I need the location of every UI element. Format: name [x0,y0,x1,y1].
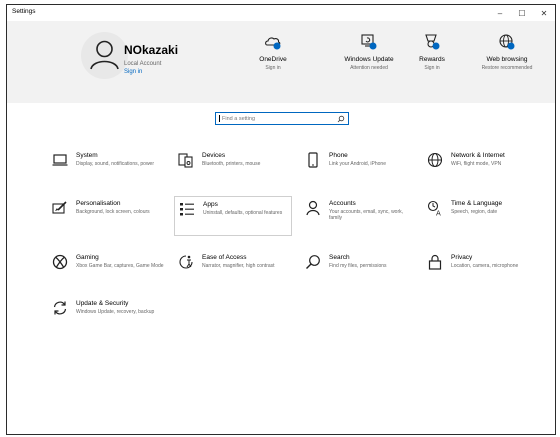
tile-description: Speech, region, date [451,209,498,215]
tile-search[interactable]: Search Find my files, permissions [305,252,417,288]
tile-description: Display, sound, notifications, power [76,161,155,167]
sync-icon [52,300,68,316]
window-title: Settings [12,8,36,15]
search-input[interactable]: Find a setting [215,112,349,125]
tile-description: Xbox Game Bar, captures, Game Mode [76,263,164,269]
maximize-button[interactable]: ☐ [511,5,533,21]
avatar[interactable] [81,32,128,79]
tile-ease-of-access[interactable]: Ease of Access Narrator, magnifier, high… [178,252,290,288]
tile-devices[interactable]: Devices Bluetooth, printers, mouse [178,150,290,186]
account-type: Local Account [124,61,162,67]
devices-icon [178,152,194,168]
tile-phone[interactable]: Phone Link your Android, iPhone [305,150,417,186]
tile-update-security[interactable]: Update & Security Windows Update, recove… [52,298,164,334]
time-language-icon: A [427,200,443,216]
quick-link-label: OneDrive [259,56,287,63]
tile-apps[interactable]: Apps Uninstall, defaults, optional featu… [174,196,292,236]
account-name: NOkazaki [124,43,179,57]
tile-title: Apps [203,201,218,208]
svg-text:A: A [436,210,441,217]
tile-title: Gaming [76,254,99,261]
tile-title: Ease of Access [202,254,247,261]
windows-update-icon [361,34,377,50]
tile-description: Your accounts, email, sync, work, family [329,209,404,221]
quick-link-label: Web browsing [486,56,528,63]
search-icon [305,254,321,270]
tile-description: Windows Update, recovery, backup [76,309,155,315]
tile-title: Devices [202,152,226,159]
tile-network-internet[interactable]: Network & Internet WiFi, flight mode, VP… [427,150,539,186]
search-placeholder: Find a setting [222,115,256,122]
tile-description: Background, lock screen, colours [76,209,150,215]
laptop-icon [52,152,68,168]
xbox-icon [52,254,68,270]
personalisation-icon [52,200,68,216]
quick-link-onedrive[interactable]: OneDrive Sign in [233,31,313,71]
tile-title: Accounts [329,200,356,207]
quick-link-sub: Sign in [265,65,281,71]
tile-gaming[interactable]: Gaming Xbox Game Bar, captures, Game Mod… [52,252,164,288]
tile-title: Search [329,254,350,261]
quick-link-sub: Restore recommended [481,65,533,71]
tile-accounts[interactable]: Accounts Your accounts, email, sync, wor… [305,198,417,234]
tile-personalisation[interactable]: Personalisation Background, lock screen,… [52,198,164,234]
tile-description: Narrator, magnifier, high contrast [202,263,275,269]
tile-description: Find my files, permissions [329,263,387,269]
tile-title: System [76,152,98,159]
quick-link-sub: Sign in [424,65,440,71]
globe-icon [427,152,443,168]
search-icon[interactable] [337,115,345,123]
tile-description: Link your Android, iPhone [329,161,386,167]
tile-description: WiFi, flight mode, VPN [451,161,502,167]
settings-window: Settings – ☐ ✕ NOkazaki Local Account Si… [6,4,556,435]
quick-link-rewards[interactable]: Rewards Sign in [392,31,472,71]
tile-title: Privacy [451,254,473,261]
tile-system[interactable]: System Display, sound, notifications, po… [52,150,164,186]
tile-title: Network & Internet [451,152,505,159]
account-header: NOkazaki Local Account Sign in OneDrive … [7,21,555,103]
tile-description: Location, camera, microphone [451,263,519,269]
window-controls: – ☐ ✕ [489,5,555,21]
tile-title: Personalisation [76,200,121,207]
rewards-icon [425,34,440,50]
tile-title: Phone [329,152,348,159]
title-bar[interactable]: Settings – ☐ ✕ [7,5,555,21]
quick-link-web-browsing[interactable]: Web browsing Restore recommended [467,31,547,71]
text-caret [219,115,220,122]
tile-title: Time & Language [451,200,503,207]
tile-description: Uninstall, defaults, optional features [203,210,283,216]
person-icon [305,200,321,216]
onedrive-icon [265,37,281,50]
close-button[interactable]: ✕ [533,5,555,21]
apps-icon [179,201,195,217]
account-sign-in-link[interactable]: Sign in [124,69,142,75]
user-icon [90,40,119,70]
web-browsing-icon [499,34,515,50]
phone-icon [305,152,321,168]
lock-icon [427,254,443,270]
tile-time-language[interactable]: A Time & Language Speech, region, date [427,198,539,234]
tile-title: Update & Security [76,300,129,307]
quick-link-label: Rewards [419,56,445,63]
ease-of-access-icon [178,254,194,270]
tile-description: Bluetooth, printers, mouse [202,161,261,167]
tile-privacy[interactable]: Privacy Location, camera, microphone [427,252,539,288]
minimize-button[interactable]: – [489,5,511,21]
